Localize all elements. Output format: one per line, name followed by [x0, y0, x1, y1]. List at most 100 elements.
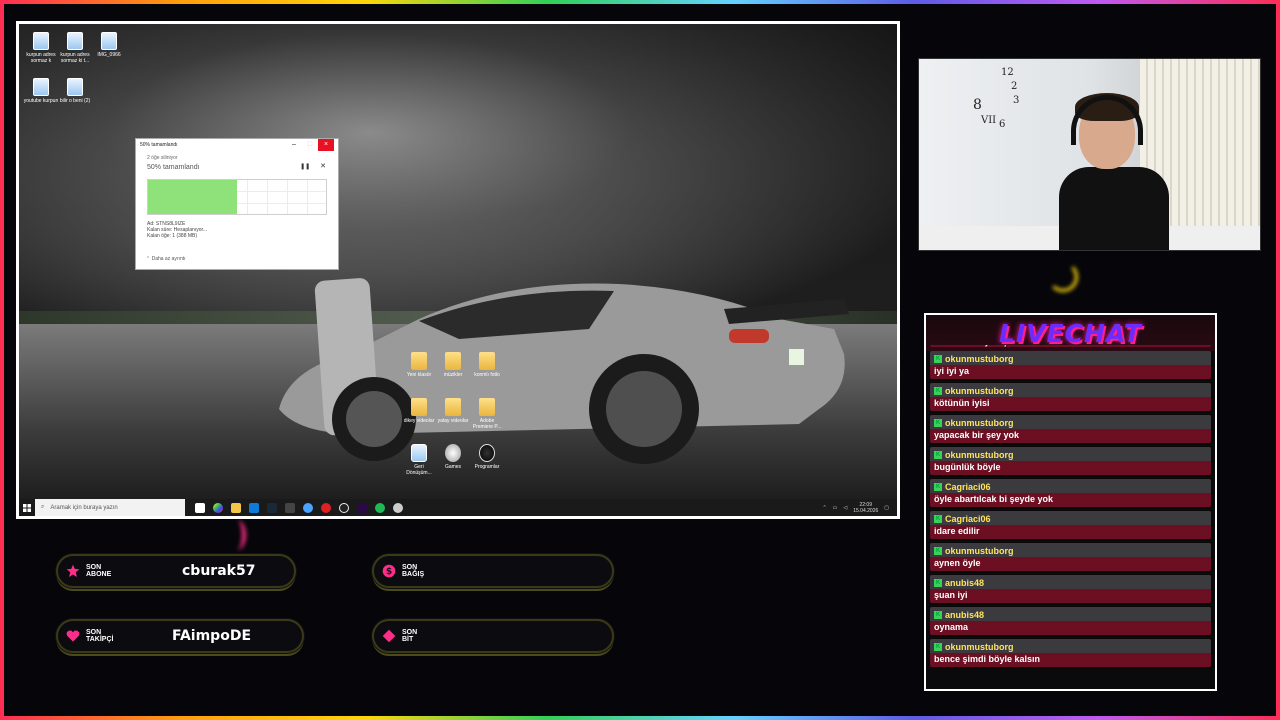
chat-message: Kanubis48 oynama [930, 607, 1211, 635]
desktop-icon[interactable]: IMG_0966 [91, 32, 127, 58]
chat-message-text: bence şimdi böyle kalsın [934, 654, 1041, 664]
network-icon[interactable]: ▭ [833, 505, 838, 511]
less-details-toggle[interactable]: ⌃ Daha az ayrıntı [146, 256, 186, 262]
desktop-icon-label: konmlı fotlo [474, 372, 500, 378]
clock-icon [479, 444, 495, 462]
chat-username: okunmustuborg [945, 385, 1014, 396]
pause-icon[interactable]: ❚❚ [300, 163, 310, 170]
desktop-games[interactable]: Games [435, 444, 471, 470]
obs-icon[interactable] [339, 502, 349, 513]
alert-label-line2: BİT [402, 636, 414, 643]
desktop-programs[interactable]: Programlar [469, 444, 505, 470]
chat-message-text: şuan iyi [934, 590, 968, 600]
file-explorer-icon[interactable] [231, 502, 241, 513]
chat-username: okunmustuborg [945, 353, 1014, 364]
volume-icon[interactable]: ◁ [843, 505, 847, 511]
live-chat-panel: LIVECHAT ama ts senin yine çöktü Kokunmu… [924, 313, 1217, 691]
desktop-folder[interactable]: konmlı fotlo [469, 352, 505, 378]
desktop-folder[interactable]: Adobe Premiere P... [469, 398, 505, 430]
chat-message: K Cagriaci06 idare edilir [930, 511, 1211, 539]
chat-message-text: iyi iyi ya [934, 366, 970, 376]
desktop-icon-label: Games [444, 464, 462, 470]
video-file-icon [33, 78, 49, 96]
dialog-titlebar[interactable]: 50% tamamlandı – □ × [136, 139, 338, 151]
taskbar-search-box[interactable]: ⌕ Aramak için buraya yazın [35, 499, 185, 516]
badge-icon: K [934, 418, 942, 427]
folder-icon [445, 352, 461, 370]
maximize-button[interactable]: □ [302, 139, 318, 151]
last-bits-bar: SON BİT [372, 619, 614, 653]
windows-logo-icon [23, 503, 31, 512]
percent-label: 50% tamamlandı [147, 164, 200, 171]
edge-icon[interactable] [249, 502, 259, 513]
dialog-info: Ad: STNS8L9IZE Kalan süre: Hesaplanıyor.… [147, 221, 207, 239]
taskbar-apps [195, 502, 403, 513]
badge-icon: K [934, 546, 942, 555]
app-icon[interactable] [303, 502, 313, 513]
desktop-icon-label: Programlar [474, 464, 500, 470]
search-icon: ⌕ [41, 504, 45, 510]
system-tray: ⌃ ▭ ◁ 22:09 15.04.2026 ▢ [822, 502, 897, 514]
task-view-icon[interactable] [195, 502, 205, 513]
premiere-icon[interactable] [357, 502, 367, 513]
alert-label-line2: BAĞIŞ [402, 571, 425, 578]
chat-messages: ama ts senin yine çöktü Kokunmustuborg iy… [930, 345, 1211, 687]
calculator-icon[interactable] [285, 502, 295, 513]
steam-icon[interactable] [267, 502, 277, 513]
alert-label-line1: SON [402, 629, 418, 636]
chrome-icon[interactable] [213, 502, 223, 513]
opera-icon[interactable] [321, 502, 331, 513]
desktop-icon-label: Yeni klasör [406, 372, 432, 378]
desktop-folder[interactable]: yatay videolar [435, 398, 471, 424]
chat-message: Kokunmustuborg kötünün iyisi [930, 383, 1211, 411]
progress-graph [147, 179, 327, 215]
desktop-recycle-bin[interactable]: Geri Dönüşüm... [401, 444, 437, 476]
desktop-folder[interactable]: dikey videolar [401, 398, 437, 424]
desktop-icon[interactable]: kurpun adres sormaz k [23, 32, 59, 64]
desktop-folder[interactable]: Yeni klasör [401, 352, 437, 378]
close-button[interactable]: × [318, 139, 334, 151]
minimize-button[interactable]: – [286, 139, 302, 151]
badge-icon: K [934, 386, 942, 395]
alert-label: SON ABONE [58, 564, 168, 578]
badge-icon: K [934, 610, 942, 619]
desktop-icon[interactable]: youtube kurpun [23, 78, 59, 104]
settings-icon[interactable] [393, 502, 403, 513]
chat-message-text: bugünlük böyle [934, 462, 1001, 472]
notification-icon[interactable]: ▢ [884, 505, 889, 511]
dialog-title: 50% tamamlandı [140, 142, 178, 148]
desktop-folder[interactable]: müzikler [435, 352, 471, 378]
desktop-icon-label: youtube kurpun [23, 98, 59, 104]
spotify-icon[interactable] [375, 502, 385, 513]
badge-icon: K [934, 514, 942, 523]
desktop-icon-label: müzikler [443, 372, 463, 378]
alert-label-line1: SON [402, 564, 418, 571]
items-remaining-line: Kalan öğe: 1 (388 MB) [147, 233, 198, 239]
last-donation-bar: $ SON BAĞIŞ [372, 554, 614, 588]
desktop-icon-label: dikey videolar [403, 418, 435, 424]
video-file-icon [67, 32, 83, 50]
chevron-up-icon[interactable]: ⌃ [822, 505, 826, 511]
alert-label: SON BİT [374, 629, 484, 643]
less-details-label: Daha az ayrıntı [151, 256, 186, 262]
desktop-icon[interactable]: bilir o beni (2) [57, 78, 93, 104]
last-follower-bar: SON TAKİPÇİ FAimpoDE [56, 619, 304, 653]
star-icon [66, 564, 80, 577]
webcam-feed: 12 2 3 8 VII 6 [918, 58, 1261, 251]
taskbar-clock[interactable]: 22:09 15.04.2026 [853, 502, 878, 514]
close-icon[interactable]: ✕ [320, 162, 326, 170]
folder-icon [479, 398, 495, 416]
wall-clock: 12 2 3 8 VII 6 [973, 67, 1020, 130]
file-progress-dialog[interactable]: 50% tamamlandı – □ × 2 öğe siliniyor 50%… [135, 138, 339, 270]
desktop-icon[interactable]: kurpun adres sormaz ki t... [57, 32, 93, 64]
heart-icon [66, 630, 80, 642]
chat-message: K Cagriaci06 öyle abartılcak bi şeyde yok [930, 479, 1211, 507]
badge-icon: K [934, 642, 942, 651]
windows-start-button[interactable] [19, 499, 35, 516]
chat-username: anubis48 [945, 609, 985, 620]
dollar-icon: $ [382, 564, 396, 578]
recycle-bin-icon [411, 444, 427, 462]
desktop-icon-label: yatay videolar [437, 418, 469, 424]
chat-message: Kokunmustuborg bence şimdi böyle kalsın [930, 639, 1211, 667]
alert-value: cburak57 [182, 563, 256, 579]
